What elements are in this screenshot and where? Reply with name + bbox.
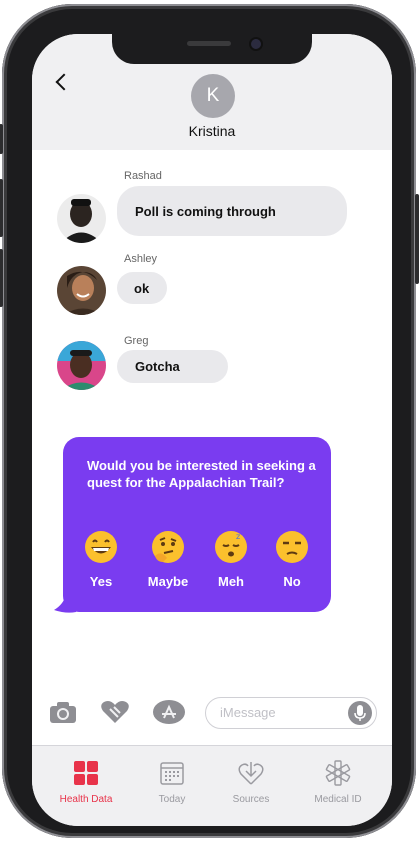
avatar[interactable] <box>57 266 106 315</box>
sleeping-face-emoji-icon: z <box>214 530 248 564</box>
grinning-face-emoji-icon <box>84 530 118 564</box>
screen: K Kristina Rashad Poll is coming through… <box>32 34 392 826</box>
imessage-input[interactable] <box>218 704 342 721</box>
sender-name: Rashad <box>124 170 162 182</box>
volume-down-button <box>0 249 3 307</box>
grid-icon <box>73 760 99 786</box>
sender-name: Greg <box>124 335 149 347</box>
poll-option-no[interactable]: No <box>262 530 322 589</box>
camera-icon[interactable] <box>48 699 78 725</box>
tab-label: Today <box>158 794 186 805</box>
message-input-bar <box>32 689 392 739</box>
poll-option-label: Meh <box>218 574 244 589</box>
poll-option-maybe[interactable]: Maybe <box>138 530 198 589</box>
digital-touch-heart-icon[interactable] <box>100 699 130 725</box>
microphone-icon[interactable] <box>348 701 372 725</box>
avatar[interactable] <box>57 194 106 243</box>
calendar-icon <box>159 760 185 786</box>
poll-option-label: Yes <box>89 574 113 589</box>
poll-option-yes[interactable]: Yes <box>71 530 131 589</box>
tab-bar: Health Data Today Sources Medical ID <box>32 745 392 826</box>
poll-option-meh[interactable]: z Meh <box>201 530 261 589</box>
contact-avatar[interactable]: K <box>191 74 235 118</box>
silent-switch <box>0 124 3 154</box>
tab-label: Health Data <box>59 794 113 805</box>
message-bubble[interactable]: Gotcha <box>117 350 228 383</box>
poll-card: Would you be interested in seeking a que… <box>63 437 331 612</box>
tab-medical-id[interactable]: Medical ID <box>298 756 378 805</box>
front-camera <box>251 39 261 49</box>
poll-option-label: No <box>283 574 301 589</box>
download-heart-icon <box>238 760 264 786</box>
imessage-input-wrapper <box>205 697 377 729</box>
phone-frame: K Kristina Rashad Poll is coming through… <box>0 4 419 838</box>
notch <box>112 34 312 64</box>
unamused-face-emoji-icon <box>275 530 309 564</box>
poll-option-label: Maybe <box>147 574 189 589</box>
svg-text:z: z <box>236 532 240 541</box>
power-button <box>415 194 419 284</box>
back-chevron-icon[interactable] <box>50 70 76 96</box>
tab-today[interactable]: Today <box>132 756 212 805</box>
avatar[interactable] <box>57 341 106 390</box>
app-store-icon[interactable] <box>152 699 185 725</box>
tab-health-data[interactable]: Health Data <box>46 756 126 805</box>
poll-question: Would you be interested in seeking a que… <box>87 458 316 490</box>
contact-name[interactable]: Kristina <box>32 123 392 139</box>
tab-label: Sources <box>232 794 270 805</box>
medical-star-icon <box>325 760 351 786</box>
volume-up-button <box>0 179 3 237</box>
speaker-grill <box>187 41 231 46</box>
thinking-face-emoji-icon <box>151 530 185 564</box>
sender-name: Ashley <box>124 253 158 265</box>
poll-bubble-tail <box>54 594 76 613</box>
message-bubble[interactable]: ok <box>117 272 167 304</box>
tab-sources[interactable]: Sources <box>211 756 291 805</box>
tab-label: Medical ID <box>314 794 362 805</box>
message-bubble[interactable]: Poll is coming through <box>117 186 347 236</box>
